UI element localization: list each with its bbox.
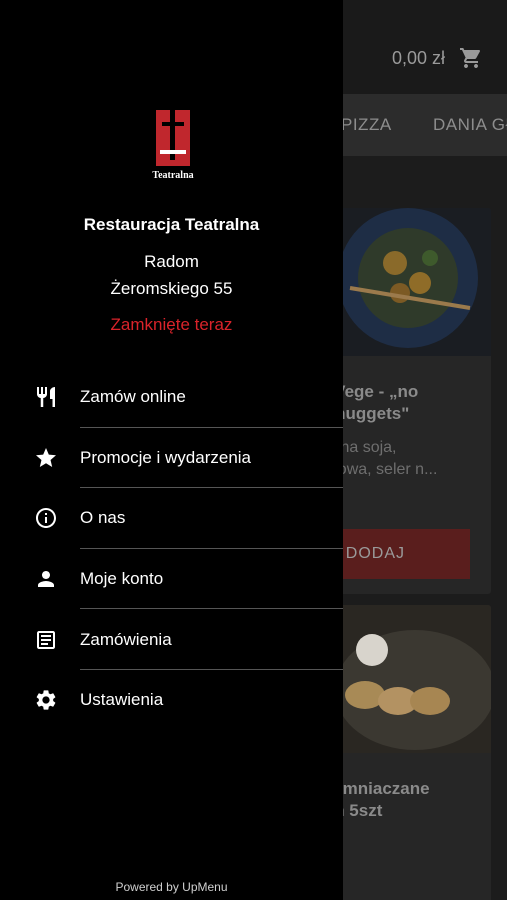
cart-icon — [460, 48, 481, 68]
product-title: ziemniaczane em 5szt — [320, 779, 430, 820]
restaurant-logo: Teatralna — [152, 110, 194, 181]
person-icon — [33, 566, 59, 592]
cart-total: 0,00 zł — [391, 47, 445, 68]
menu-item-my-account[interactable]: Moje konto — [0, 549, 343, 610]
powered-by-footer[interactable]: Powered by UpMenu — [0, 880, 343, 894]
product-description: wana soja, odowa, seler n... — [320, 439, 438, 478]
product-card[interactable]: ziemniaczane em 5szt zł — [320, 605, 491, 900]
cutlery-icon — [33, 384, 59, 410]
menu-item-about[interactable]: O nas — [0, 488, 343, 549]
menu-item-settings[interactable]: Ustawienia — [0, 670, 343, 731]
product-image — [320, 208, 491, 356]
receipt-icon — [33, 627, 59, 653]
restaurant-city: Radom — [144, 252, 199, 271]
cart-button[interactable]: 0,00 zł — [392, 46, 483, 70]
side-drawer: Teatralna Restauracja Teatralna Radom Że… — [0, 0, 343, 900]
product-card[interactable]: a Vege - „no n nuggets" wana soja, odowa… — [320, 208, 491, 594]
menu-item-label: Moje konto — [80, 569, 164, 589]
product-image — [320, 605, 491, 753]
opening-status: Zamknięte teraz — [110, 315, 233, 334]
menu-item-label: Promocje i wydarzenia — [80, 447, 252, 467]
gear-icon — [33, 687, 59, 713]
svg-text:Teatralna: Teatralna — [152, 170, 193, 181]
info-icon — [33, 505, 59, 531]
menu-item-label: Ustawienia — [80, 690, 164, 710]
menu-item-orders[interactable]: Zamówienia — [0, 609, 343, 670]
restaurant-name: Restauracja Teatralna — [83, 215, 260, 234]
menu-item-order-online[interactable]: Zamów online — [0, 367, 343, 428]
menu-item-label: O nas — [80, 508, 126, 528]
menu-item-promotions[interactable]: Promocje i wydarzenia — [0, 428, 343, 489]
menu-item-label: Zamów online — [80, 387, 186, 407]
product-price: zł — [320, 493, 491, 513]
drawer-menu: Zamów online Promocje i wydarzenia O nas… — [0, 367, 343, 731]
star-icon — [33, 445, 59, 471]
product-price: zł — [320, 886, 491, 900]
tab-main-dishes[interactable]: DANIA GŁ — [433, 115, 507, 135]
product-title: a Vege - „no n nuggets" — [320, 382, 419, 423]
tab-pizza[interactable]: PIZZA — [341, 115, 392, 135]
menu-item-label: Zamówienia — [80, 629, 172, 649]
restaurant-street: Żeromskiego 55 — [110, 279, 233, 298]
